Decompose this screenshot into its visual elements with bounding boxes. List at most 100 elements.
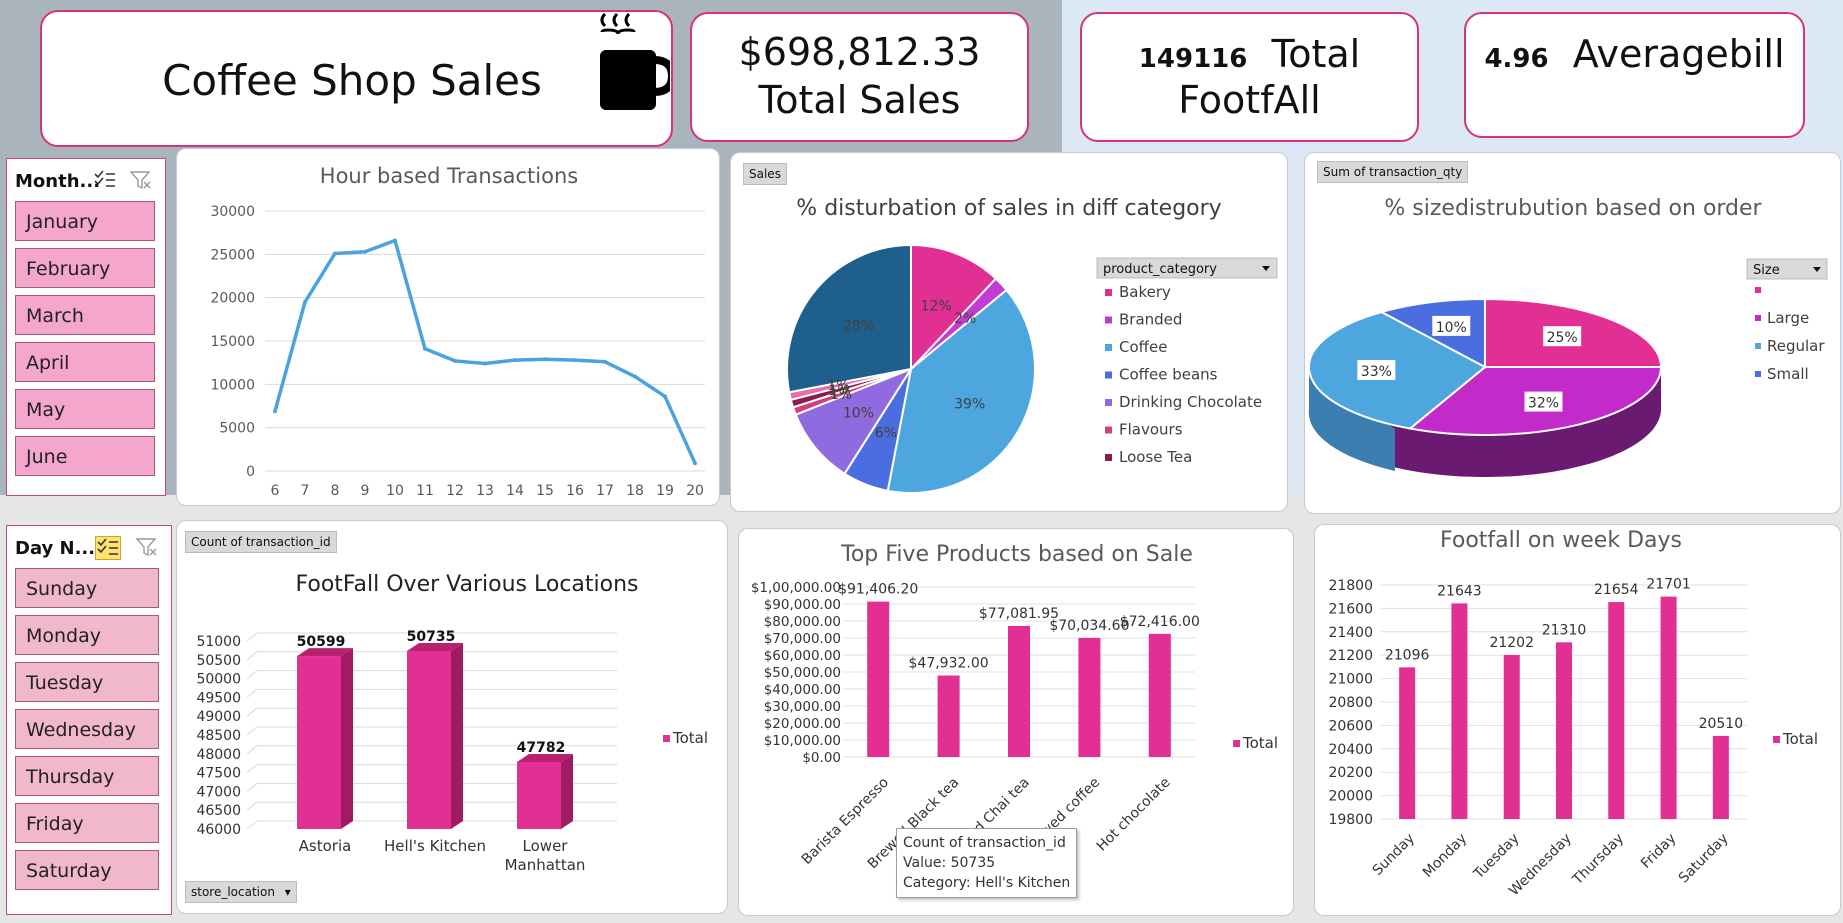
hour-point [483, 361, 487, 366]
y-tick-label: $0.00 [802, 750, 841, 766]
clear-filter-icon[interactable] [129, 169, 153, 191]
slicer-item-thursday[interactable]: Thursday [15, 756, 159, 796]
product-bar [1008, 625, 1030, 757]
slicer-item-saturday[interactable]: Saturday [15, 850, 159, 890]
size-chart-panel[interactable]: Sum of transaction_qty % sizedistrubutio… [1304, 152, 1841, 514]
product-data-label: $47,932.00 [909, 656, 989, 672]
weekday-data-label: 21096 [1385, 647, 1430, 663]
x-tick-label: 15 [536, 483, 554, 499]
location-bar [297, 656, 341, 829]
y-tick-label: 46500 [196, 803, 241, 819]
slicer-item-march[interactable]: March [15, 295, 155, 335]
slicer-item-february[interactable]: February [15, 248, 155, 288]
category-data-label: 1% [827, 378, 849, 394]
location-category-label: Hell's Kitchen [384, 837, 486, 855]
location-bar-side [341, 648, 353, 829]
size-data-label: 10% [1436, 320, 1467, 336]
x-tick-label: 18 [626, 483, 644, 499]
hour-point [393, 238, 397, 243]
weekday-bar [1660, 596, 1677, 819]
sales-field-button[interactable]: Sales [743, 163, 787, 185]
slicer-item-june[interactable]: June [15, 436, 155, 476]
weekday-category-label: Tuesday [1470, 831, 1522, 883]
location-data-label: 50599 [297, 634, 346, 650]
x-tick-label: 8 [331, 483, 340, 499]
hour-point [333, 251, 337, 256]
legend-swatch [1105, 399, 1112, 406]
day-slicer-title: Day N... [15, 538, 96, 559]
y-tick-label: 20600 [1328, 718, 1373, 734]
size-data-label: 33% [1361, 364, 1392, 380]
hour-chart-title: Hour based Transactions [320, 164, 578, 188]
multi-select-icon[interactable] [93, 169, 117, 191]
y-tick-label: 48500 [196, 728, 241, 744]
category-data-label: 12% [921, 299, 952, 315]
size-pie-chart: % sizedistrubution based on order 25% 32% 3… [1308, 196, 1828, 477]
location-chart-panel[interactable]: Count of transaction_id store_location ▾… [176, 520, 728, 914]
y-tick-label: 20000 [1328, 789, 1373, 805]
store-location-filter[interactable]: store_location ▾ [185, 881, 297, 903]
day-slicer-header: Day N... [7, 526, 171, 566]
weekday-chart-panel[interactable]: Footfall on week Days 19800 20000 20200 2040… [1314, 524, 1841, 916]
tooltip-line-2: Value: 50735 [903, 855, 996, 871]
tooltip-line-3: Category: Hell's Kitchen [903, 875, 1071, 891]
size-data-label: 32% [1528, 396, 1559, 412]
legend-swatch [1755, 371, 1761, 377]
gridline [246, 707, 258, 717]
count-field-button[interactable]: Count of transaction_id [185, 531, 337, 553]
x-tick-label: 20 [686, 483, 704, 499]
slicer-item-wednesday[interactable]: Wednesday [15, 709, 159, 749]
slicer-item-april[interactable]: April [15, 342, 155, 382]
gridline [246, 689, 258, 698]
month-slicer[interactable]: Month... January February March April May Jun… [6, 158, 166, 496]
slicer-item-monday[interactable]: Monday [15, 615, 159, 655]
qty-field-button[interactable]: Sum of transaction_qty [1317, 161, 1469, 183]
size-data-label: 25% [1547, 330, 1578, 346]
x-tick-label: 11 [416, 483, 434, 499]
dropdown-arrow-icon: ▾ [284, 885, 291, 899]
average-bill-label: Averagebill [1572, 32, 1785, 76]
coffee-cup-icon [600, 12, 670, 110]
category-data-label: 6% [875, 425, 897, 441]
weekday-bar [1503, 654, 1520, 819]
x-tick-label: 9 [361, 483, 370, 499]
category-chart-title: % disturbation of sales in diff category [796, 196, 1221, 221]
y-tick-label: $50,000.00 [764, 665, 841, 681]
products-chart-title: Top Five Products based on Sale [840, 542, 1193, 567]
gridline [246, 820, 258, 830]
legend-swatch [1105, 371, 1112, 379]
legend-swatch [1755, 287, 1761, 293]
y-tick-label: 0 [246, 464, 255, 480]
y-tick-label: 10000 [210, 377, 255, 393]
total-sales-card: $698,812.33 Total Sales [690, 12, 1029, 142]
weekday-bar-chart: Footfall on week Days 19800 20000 20200 2040… [1328, 528, 1818, 899]
location-bar [407, 650, 451, 829]
clear-filter-icon[interactable] [135, 536, 159, 558]
legend-swatch [663, 735, 670, 742]
hour-point [363, 249, 367, 254]
weekday-bar [1556, 642, 1572, 819]
hour-chart-panel[interactable]: Hour based Transactions 0 5000 10000 15000 20… [176, 148, 720, 506]
y-tick-label: 20000 [210, 291, 255, 307]
slicer-item-friday[interactable]: Friday [15, 803, 159, 843]
y-tick-label: $40,000.00 [764, 682, 841, 698]
gridline [246, 764, 258, 773]
category-chart-panel[interactable]: Sales % disturbation of sales in diff ca… [730, 152, 1288, 512]
slicer-item-january[interactable]: January [15, 201, 155, 241]
hour-point [663, 394, 667, 399]
y-tick-label: $1,00,000.00 [751, 580, 841, 596]
slicer-item-may[interactable]: May [15, 389, 155, 429]
legend-swatch [1105, 454, 1112, 461]
legend-swatch [1773, 736, 1780, 743]
dashboard-title: Coffee Shop Sales [162, 56, 542, 105]
y-tick-label: 5000 [219, 421, 255, 437]
slicer-item-tuesday[interactable]: Tuesday [15, 662, 159, 702]
hour-point [423, 346, 427, 351]
day-slicer[interactable]: Day N... Sunday Monday Tuesday Wednesday Thu… [6, 525, 172, 915]
weekday-data-label: 21701 [1646, 577, 1691, 593]
multi-select-icon[interactable] [95, 536, 121, 560]
legend-swatch [1233, 740, 1240, 747]
weekday-category-label: Monday [1420, 831, 1470, 881]
slicer-item-sunday[interactable]: Sunday [15, 568, 159, 608]
x-tick-label: 16 [566, 483, 584, 499]
